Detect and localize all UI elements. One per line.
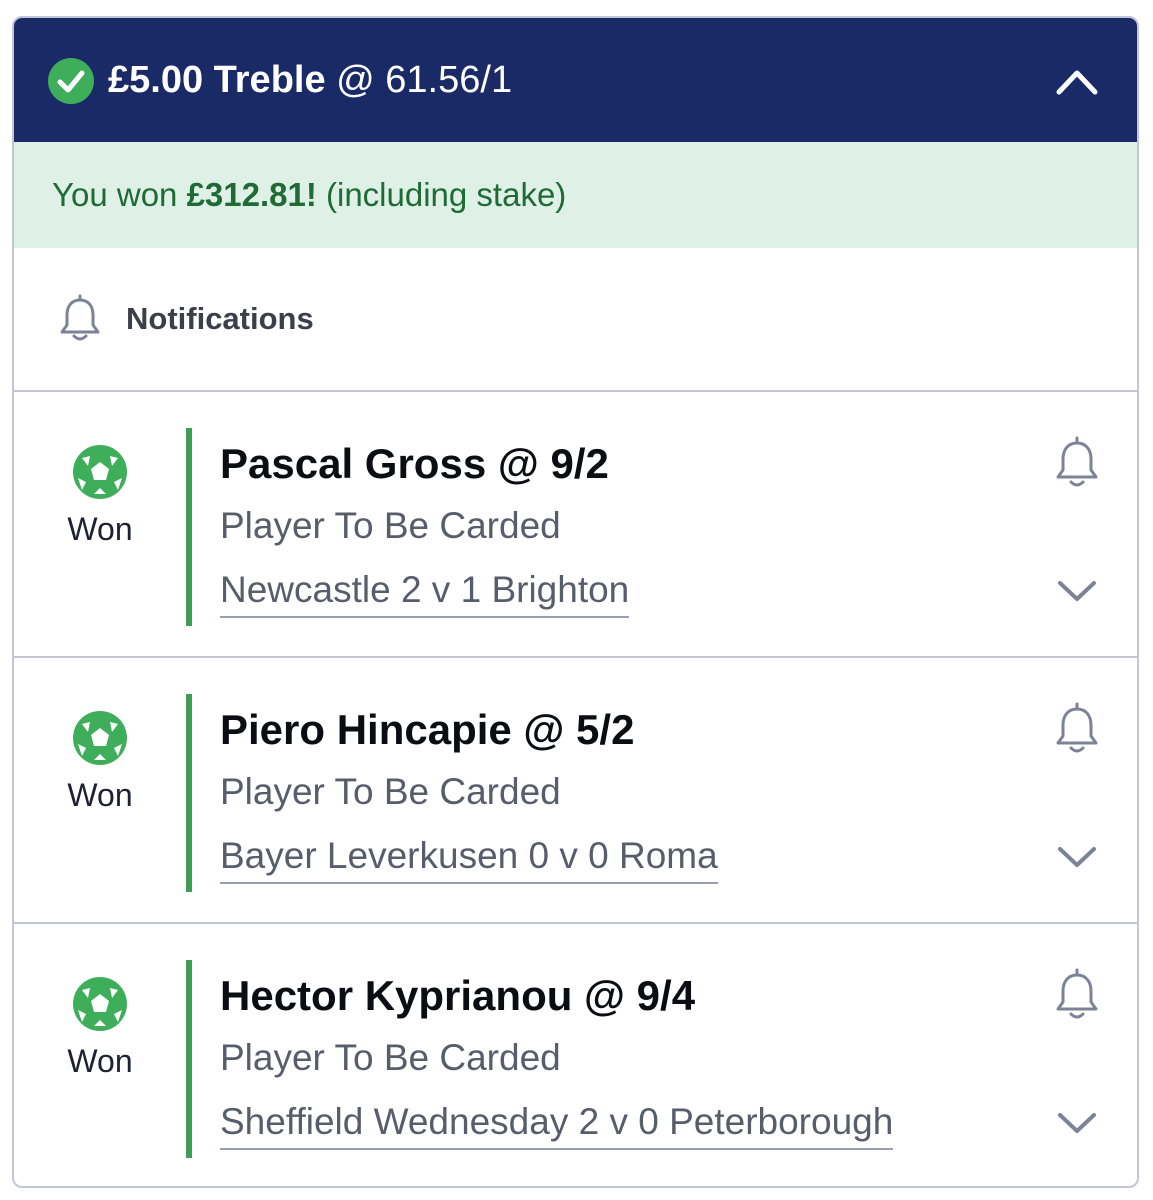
bet-card: £5.00 Treble @ 61.56/1 You won £312.81! … xyxy=(12,16,1139,1188)
bell-icon xyxy=(60,294,100,341)
chevron-up-icon[interactable] xyxy=(1055,66,1099,96)
selection-event-link[interactable]: Sheffield Wednesday 2 v 0 Peterborough xyxy=(220,1098,894,1150)
selection-status: Won xyxy=(67,511,133,547)
winnings-prefix: You won xyxy=(52,176,187,213)
selection-market: Player To Be Carded xyxy=(220,505,561,546)
bet-title: £5.00 Treble @ 61.56/1 xyxy=(108,54,512,106)
chevron-down-icon[interactable] xyxy=(1057,578,1097,604)
football-icon xyxy=(73,977,127,1031)
football-icon xyxy=(73,445,127,499)
selection-market: Player To Be Carded xyxy=(220,1037,561,1078)
selection-row: Won Pascal Gross @ 9/2 Player To Be Card… xyxy=(14,392,1137,658)
status-bar xyxy=(186,694,192,892)
bell-icon[interactable] xyxy=(1053,702,1101,756)
check-circle-icon xyxy=(48,58,94,104)
chevron-down-icon[interactable] xyxy=(1057,1110,1097,1136)
selection-event-link[interactable]: Newcastle 2 v 1 Brighton xyxy=(220,566,630,618)
bet-stake-type: £5.00 Treble xyxy=(108,59,326,101)
notifications-label: Notifications xyxy=(126,301,314,336)
bet-header[interactable]: £5.00 Treble @ 61.56/1 xyxy=(14,18,1137,142)
selection-status: Won xyxy=(67,777,133,813)
selection-market: Player To Be Carded xyxy=(220,771,561,812)
football-icon xyxy=(73,711,127,765)
selection-title: Hector Kyprianou @ 9/4 xyxy=(220,972,696,1019)
bell-icon[interactable] xyxy=(1053,968,1101,1022)
winnings-banner: You won £312.81! (including stake) xyxy=(14,142,1137,248)
selection-title: Piero Hincapie @ 5/2 xyxy=(220,706,635,753)
status-bar xyxy=(186,428,192,626)
bet-odds: @ 61.56/1 xyxy=(336,59,513,101)
winnings-suffix: (including stake) xyxy=(316,176,567,213)
chevron-down-icon[interactable] xyxy=(1057,844,1097,870)
selection-title: Pascal Gross @ 9/2 xyxy=(220,440,609,487)
notifications-row[interactable]: Notifications xyxy=(14,248,1137,392)
selection-row: Won Hector Kyprianou @ 9/4 Player To Be … xyxy=(14,924,1137,1186)
bell-icon[interactable] xyxy=(1053,436,1101,490)
winnings-amount: £312.81! xyxy=(186,176,317,213)
status-bar xyxy=(186,960,192,1158)
selection-row: Won Piero Hincapie @ 5/2 Player To Be Ca… xyxy=(14,658,1137,924)
selection-event-link[interactable]: Bayer Leverkusen 0 v 0 Roma xyxy=(220,832,718,884)
selection-status: Won xyxy=(67,1043,133,1079)
